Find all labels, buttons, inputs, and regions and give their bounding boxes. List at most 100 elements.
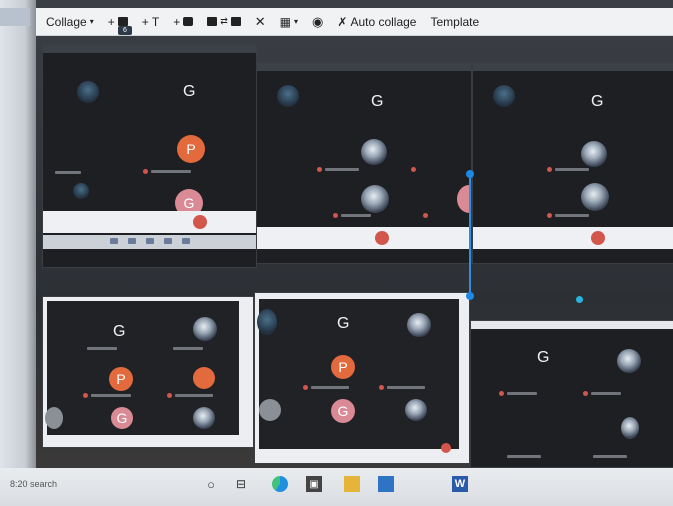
browser-tab-bar xyxy=(471,321,673,329)
participant-initial: G xyxy=(337,315,350,332)
grid-icon: ▦ xyxy=(279,14,292,29)
magic-wand-icon: ✗ xyxy=(337,14,348,29)
swap-images-button[interactable]: ⇄ xyxy=(207,16,241,27)
muted-indicator xyxy=(423,213,428,218)
end-call-button[interactable] xyxy=(375,231,389,245)
participant-avatar xyxy=(407,313,431,337)
mail-icon[interactable] xyxy=(378,476,394,492)
file-explorer-icon[interactable] xyxy=(344,476,360,492)
app-icon xyxy=(145,238,154,244)
participant-avatar xyxy=(77,81,99,103)
collage-cell-2[interactable]: G xyxy=(256,62,472,264)
muted-indicator xyxy=(547,213,552,218)
participant-initial: G xyxy=(537,349,550,366)
participant-initial: G xyxy=(113,323,126,340)
swap-icon: ⇄ xyxy=(220,16,228,26)
resize-handle[interactable] xyxy=(466,170,474,178)
end-call-button[interactable] xyxy=(193,215,207,229)
participant-name xyxy=(387,386,425,389)
muted-indicator xyxy=(83,393,88,398)
windows-taskbar xyxy=(0,468,673,506)
preview-button[interactable]: ◉ xyxy=(312,14,323,30)
app-icon xyxy=(109,238,118,244)
end-call-button[interactable] xyxy=(591,231,605,245)
store-icon[interactable]: ▣ xyxy=(306,476,322,492)
participant-avatar xyxy=(73,183,89,199)
muted-indicator xyxy=(333,213,338,218)
browser-tab-bar xyxy=(473,63,673,71)
participant-avatar: P xyxy=(331,355,355,379)
muted-indicator xyxy=(411,167,416,172)
end-call-button[interactable] xyxy=(441,443,451,453)
collage-cell-4[interactable]: G P G xyxy=(42,296,254,448)
collage-menu[interactable]: Collage ▾ xyxy=(46,15,94,29)
app-icon xyxy=(127,238,136,244)
muted-indicator xyxy=(303,385,308,390)
participant-avatar xyxy=(45,407,63,429)
participant-avatar: P xyxy=(177,135,205,163)
task-view-icon[interactable]: ⊟ xyxy=(233,476,249,492)
participant-name xyxy=(555,214,589,217)
participant-avatar: G xyxy=(111,407,133,429)
collage-label: Collage xyxy=(46,14,87,29)
image-icon xyxy=(207,17,218,26)
participant-name xyxy=(341,214,371,217)
participant-name xyxy=(591,392,621,395)
resize-handle[interactable] xyxy=(466,292,474,300)
participant-avatar xyxy=(581,183,609,211)
participant-name xyxy=(151,170,191,173)
app-icon xyxy=(181,238,190,244)
meeting-controls-bar xyxy=(257,227,471,249)
muted-indicator xyxy=(583,391,588,396)
participant-name xyxy=(87,347,117,350)
template-button[interactable]: Template xyxy=(430,15,479,29)
participant-avatar: P xyxy=(109,367,133,391)
image-count-badge: 6 xyxy=(118,26,132,35)
monitor-bezel-left xyxy=(0,0,36,506)
participant-name xyxy=(91,394,131,397)
participant-name xyxy=(325,168,359,171)
windows-taskbar-strip xyxy=(43,235,256,249)
muted-indicator xyxy=(547,167,552,172)
resize-handle[interactable] xyxy=(576,296,583,303)
meeting-controls-bar xyxy=(473,227,673,249)
participant-avatar xyxy=(193,367,215,389)
collage-cell-1[interactable]: G P G xyxy=(42,44,257,268)
word-icon[interactable]: W xyxy=(452,476,468,492)
add-image-plus: + xyxy=(107,14,115,29)
shuffle-button[interactable]: ✕ xyxy=(255,14,266,30)
cell-divider-handle-line[interactable] xyxy=(469,176,471,294)
participant-initial: G xyxy=(591,93,604,110)
participant-name xyxy=(311,386,349,389)
sticker-icon xyxy=(183,17,194,26)
participant-avatar xyxy=(193,317,217,341)
participant-name xyxy=(507,455,541,458)
chevron-down-icon: ▾ xyxy=(294,17,299,26)
auto-collage-label: Auto collage xyxy=(350,14,417,29)
muted-indicator xyxy=(167,393,172,398)
shuffle-icon: ✕ xyxy=(254,13,266,29)
collage-cell-6[interactable]: G xyxy=(470,320,673,468)
participant-avatar xyxy=(361,139,387,165)
participant-initial: G xyxy=(183,83,196,100)
app-icon xyxy=(163,238,172,244)
add-sticker-button[interactable]: + xyxy=(173,15,194,29)
add-text-button[interactable]: + T xyxy=(142,15,159,29)
participant-avatar xyxy=(617,349,641,373)
grid-layout-button[interactable]: ▦ ▾ xyxy=(280,15,298,29)
chevron-down-icon: ▾ xyxy=(89,17,94,26)
muted-indicator xyxy=(379,385,384,390)
taskbar-clock: 8:20 search xyxy=(10,479,58,489)
participant-initial: G xyxy=(371,93,384,110)
participant-avatar: G xyxy=(331,399,355,423)
participant-avatar xyxy=(361,185,389,213)
auto-collage-button[interactable]: ✗ Auto collage xyxy=(337,15,416,29)
collage-cell-5[interactable]: G P G xyxy=(254,292,470,464)
participant-avatar xyxy=(257,309,277,335)
participant-avatar xyxy=(493,85,515,107)
muted-indicator xyxy=(499,391,504,396)
muted-indicator xyxy=(143,169,148,174)
collage-cell-3[interactable]: G xyxy=(472,62,673,264)
search-circle-icon[interactable]: ○ xyxy=(203,476,219,492)
edge-browser-icon[interactable] xyxy=(272,476,288,492)
